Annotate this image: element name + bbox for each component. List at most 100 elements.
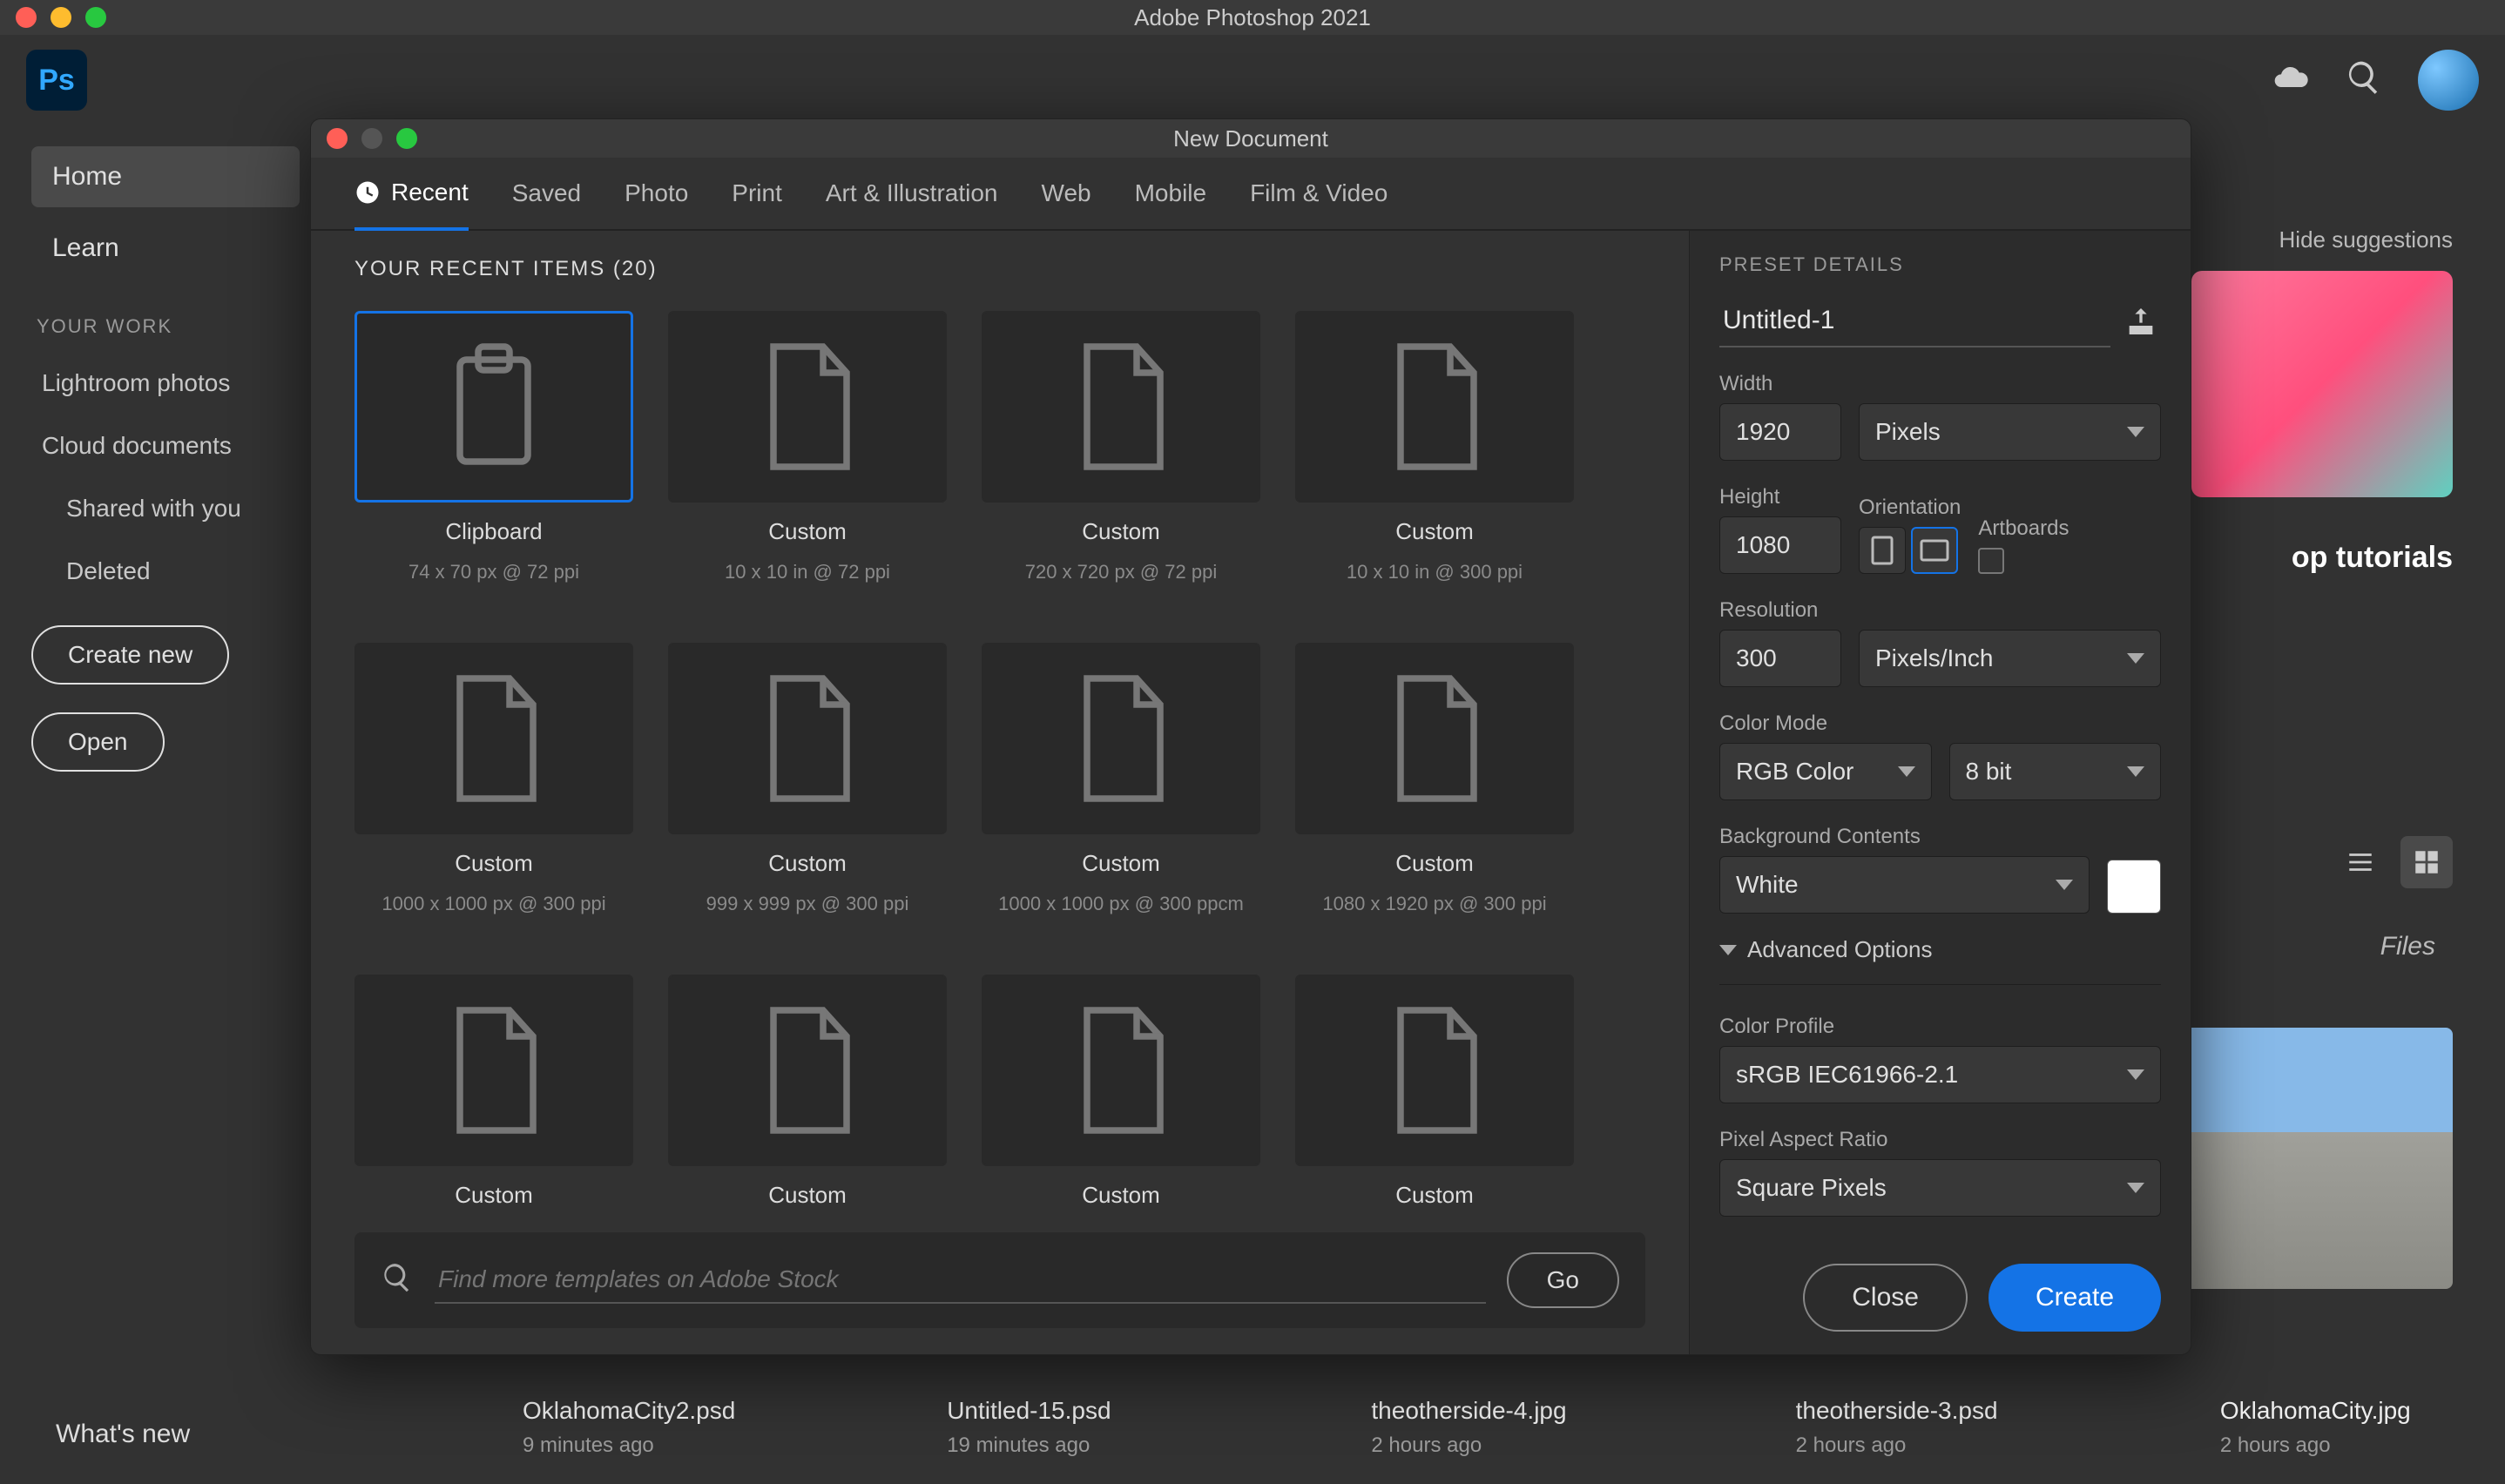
- sidebar-item-shared[interactable]: Shared with you: [31, 482, 300, 535]
- preset-card[interactable]: Custom10 x 10 in @ 72 ppi: [668, 299, 947, 596]
- preset-name: Custom: [1395, 518, 1474, 545]
- chevron-down-icon: [2127, 1183, 2144, 1193]
- width-input[interactable]: [1719, 403, 1841, 461]
- recent-file-time: 9 minutes ago: [523, 1433, 755, 1458]
- advanced-options-toggle[interactable]: Advanced Options: [1719, 936, 2161, 963]
- tab-web[interactable]: Web: [1042, 179, 1091, 228]
- preset-card[interactable]: Custom1600 x 2560 px @ 300 ppi: [354, 962, 633, 1215]
- preset-card[interactable]: Custom1000 x 1000 px @ 300 ppi: [354, 631, 633, 928]
- preset-card[interactable]: Clipboard74 x 70 px @ 72 ppi: [354, 299, 633, 596]
- sidebar-section-your-work: YOUR WORK: [37, 315, 300, 338]
- whats-new-link[interactable]: What's new: [56, 1420, 190, 1449]
- recent-file-name: theotherside-4.jpg: [1371, 1397, 1604, 1425]
- preset-card[interactable]: Custom3 x 1600 px @ 300 ppi: [982, 962, 1260, 1215]
- chevron-down-icon: [1898, 766, 1915, 777]
- recent-thumbnail[interactable]: [2174, 1028, 2453, 1289]
- preset-card[interactable]: Custom1600 x 2560 px @ 300 ppi: [668, 962, 947, 1215]
- stock-go-button[interactable]: Go: [1507, 1252, 1619, 1308]
- orientation-landscape-button[interactable]: [1911, 527, 1958, 574]
- color-mode-label: Color Mode: [1719, 712, 2161, 736]
- tab-art[interactable]: Art & Illustration: [826, 179, 998, 228]
- preset-name: Custom: [768, 518, 847, 545]
- pixel-aspect-select[interactable]: Square Pixels: [1719, 1159, 2161, 1217]
- tab-mobile[interactable]: Mobile: [1135, 179, 1206, 228]
- dialog-zoom-icon[interactable]: [396, 128, 417, 149]
- tab-recent[interactable]: Recent: [354, 179, 469, 231]
- artboards-checkbox[interactable]: [1978, 548, 2004, 574]
- close-button[interactable]: Close: [1803, 1264, 1968, 1332]
- bit-depth-select[interactable]: 8 bit: [1949, 743, 2162, 800]
- preset-card[interactable]: Custom1000 x 1000 px @ 300 ppcm: [982, 631, 1260, 928]
- preset-card[interactable]: Custom2560 x 1440 px @ 96 ppi: [1295, 962, 1574, 1215]
- recent-file[interactable]: OklahomaCity2.psd9 minutes ago: [523, 1397, 755, 1458]
- preset-name: Custom: [1082, 850, 1160, 877]
- color-profile-value: sRGB IEC61966-2.1: [1736, 1061, 1958, 1089]
- recent-file-name: OklahomaCity.jpg: [2220, 1397, 2453, 1425]
- search-icon[interactable]: [2345, 58, 2383, 103]
- save-preset-icon[interactable]: [2121, 301, 2161, 341]
- sidebar-item-deleted[interactable]: Deleted: [31, 545, 300, 597]
- recent-file-time: 2 hours ago: [1796, 1433, 2029, 1458]
- recent-file[interactable]: theotherside-4.jpg2 hours ago: [1371, 1397, 1604, 1458]
- width-unit-value: Pixels: [1875, 418, 1941, 446]
- preset-card[interactable]: Custom999 x 999 px @ 300 ppi: [668, 631, 947, 928]
- sidebar-item-home[interactable]: Home: [31, 146, 300, 207]
- color-mode-value: RGB Color: [1736, 758, 1853, 786]
- bit-depth-value: 8 bit: [1966, 758, 2012, 786]
- minimize-window-icon[interactable]: [51, 7, 71, 28]
- open-button[interactable]: Open: [31, 712, 165, 772]
- chevron-down-icon: [2127, 766, 2144, 777]
- background-label: Background Contents: [1719, 825, 2161, 849]
- close-window-icon[interactable]: [16, 7, 37, 28]
- create-new-button[interactable]: Create new: [31, 625, 229, 685]
- user-avatar[interactable]: [2418, 50, 2479, 111]
- document-icon: [1295, 311, 1574, 503]
- recent-file[interactable]: theotherside-3.psd2 hours ago: [1796, 1397, 2029, 1458]
- files-tab[interactable]: Files: [2380, 932, 2435, 961]
- height-input[interactable]: [1719, 516, 1841, 574]
- recent-file-name: Untitled-15.psd: [947, 1397, 1179, 1425]
- create-button[interactable]: Create: [1988, 1264, 2161, 1332]
- preset-card[interactable]: Custom720 x 720 px @ 72 ppi: [982, 299, 1260, 596]
- sidebar-item-lightroom[interactable]: Lightroom photos: [31, 357, 300, 409]
- stock-search-input[interactable]: [435, 1257, 1486, 1304]
- width-unit-select[interactable]: Pixels: [1859, 403, 2161, 461]
- dialog-close-icon[interactable]: [327, 128, 348, 149]
- width-label: Width: [1719, 372, 2161, 396]
- hide-suggestions-link[interactable]: Hide suggestions: [2279, 226, 2453, 253]
- recent-file[interactable]: Untitled-15.psd19 minutes ago: [947, 1397, 1179, 1458]
- resolution-unit-value: Pixels/Inch: [1875, 644, 1993, 672]
- tab-film[interactable]: Film & Video: [1250, 179, 1388, 228]
- orientation-portrait-button[interactable]: [1859, 527, 1906, 574]
- preset-dimensions: 720 x 720 px @ 72 ppi: [1025, 561, 1217, 583]
- document-icon: [1295, 643, 1574, 834]
- orientation-label: Orientation: [1859, 496, 1961, 520]
- tab-saved[interactable]: Saved: [512, 179, 581, 228]
- color-profile-select[interactable]: sRGB IEC61966-2.1: [1719, 1046, 2161, 1103]
- view-list-icon[interactable]: [2334, 836, 2387, 888]
- sidebar-item-cloud[interactable]: Cloud documents: [31, 420, 300, 472]
- background-color-swatch[interactable]: [2107, 860, 2161, 914]
- color-mode-select[interactable]: RGB Color: [1719, 743, 1932, 800]
- resolution-input[interactable]: [1719, 630, 1841, 687]
- suggestion-title: op tutorials: [2292, 541, 2453, 575]
- preset-card[interactable]: Custom10 x 10 in @ 300 ppi: [1295, 299, 1574, 596]
- chevron-down-icon: [2127, 1069, 2144, 1080]
- resolution-unit-select[interactable]: Pixels/Inch: [1859, 630, 2161, 687]
- background-select[interactable]: White: [1719, 856, 2090, 914]
- suggestion-tile[interactable]: [2191, 271, 2453, 497]
- chevron-down-icon: [2127, 427, 2144, 437]
- preset-card[interactable]: Custom1080 x 1920 px @ 300 ppi: [1295, 631, 1574, 928]
- tab-print[interactable]: Print: [732, 179, 782, 228]
- tab-photo[interactable]: Photo: [625, 179, 688, 228]
- recent-file-time: 2 hours ago: [2220, 1433, 2453, 1458]
- document-name-input[interactable]: [1719, 295, 2110, 347]
- sidebar-item-learn[interactable]: Learn: [31, 218, 300, 279]
- pixel-aspect-value: Square Pixels: [1736, 1174, 1887, 1202]
- recent-file[interactable]: OklahomaCity.jpg 2 hours ago: [2220, 1397, 2453, 1458]
- view-grid-icon[interactable]: [2400, 836, 2453, 888]
- zoom-window-icon[interactable]: [85, 7, 106, 28]
- cloud-icon[interactable]: [2272, 58, 2310, 103]
- app-title: Adobe Photoshop 2021: [1134, 4, 1371, 31]
- home-sidebar: Home Learn YOUR WORK Lightroom photos Cl…: [0, 125, 331, 1484]
